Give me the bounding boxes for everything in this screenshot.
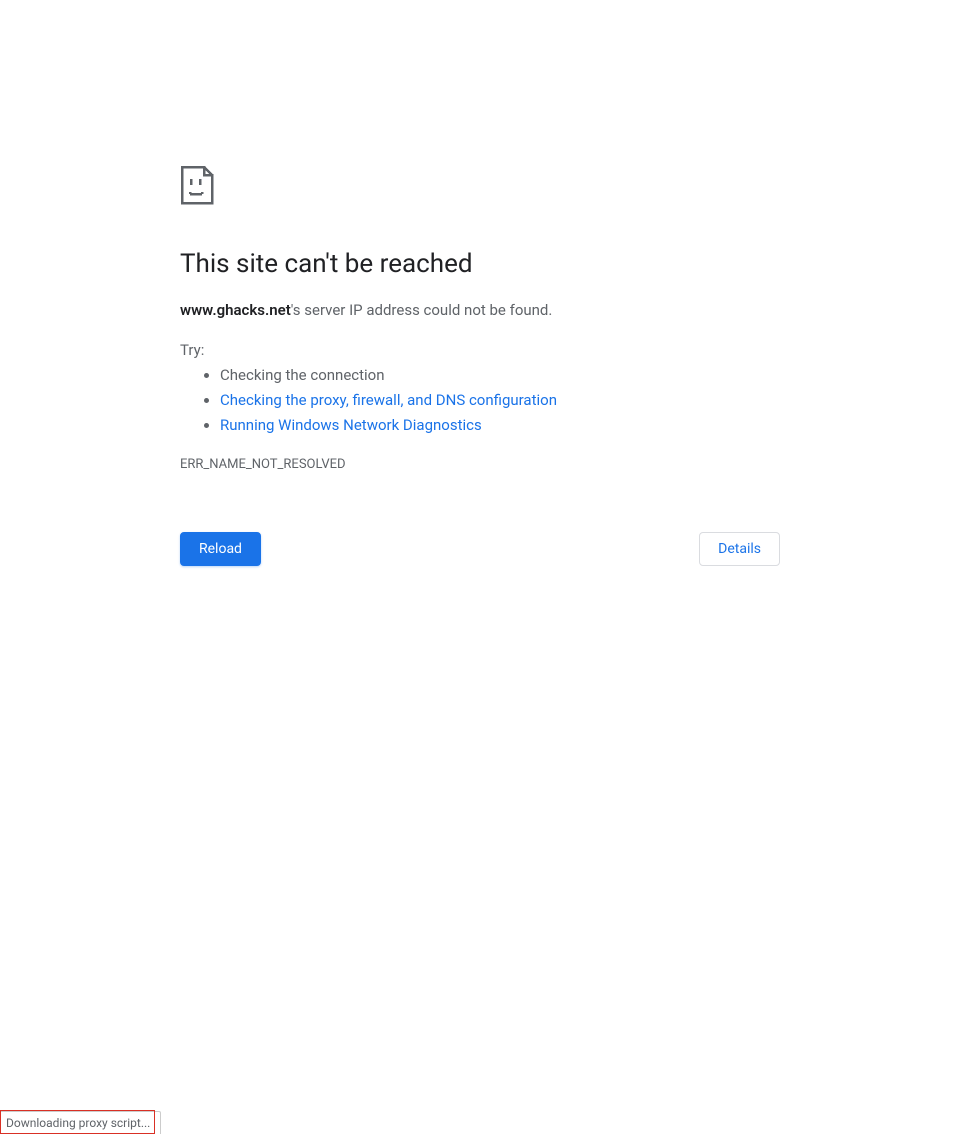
error-page-container: This site can't be reached www.ghacks.ne… bbox=[180, 165, 780, 566]
suggestion-item: Checking the proxy, firewall, and DNS co… bbox=[220, 388, 780, 413]
suggestion-text: Checking the connection bbox=[220, 366, 385, 384]
suggestion-item: Running Windows Network Diagnostics bbox=[220, 413, 780, 438]
suggestion-link-proxy[interactable]: Checking the proxy, firewall, and DNS co… bbox=[220, 391, 557, 409]
error-message: www.ghacks.net's server IP address could… bbox=[180, 301, 780, 319]
sad-page-icon bbox=[180, 165, 780, 209]
details-button[interactable]: Details bbox=[699, 532, 780, 566]
status-bar-text: Downloading proxy script... bbox=[6, 1116, 150, 1130]
status-bar: Downloading proxy script... bbox=[0, 1111, 161, 1134]
suggestion-item: Checking the connection bbox=[220, 363, 780, 388]
error-code: ERR_NAME_NOT_RESOLVED bbox=[180, 457, 780, 472]
error-host: www.ghacks.net bbox=[180, 301, 291, 319]
error-message-suffix: 's server IP address could not be found. bbox=[291, 301, 553, 319]
suggestions-list: Checking the connection Checking the pro… bbox=[180, 363, 780, 437]
button-row: Reload Details bbox=[180, 532, 780, 566]
error-title: This site can't be reached bbox=[180, 249, 780, 279]
reload-button[interactable]: Reload bbox=[180, 532, 261, 566]
try-label: Try: bbox=[180, 341, 780, 359]
suggestion-link-diagnostics[interactable]: Running Windows Network Diagnostics bbox=[220, 416, 482, 434]
